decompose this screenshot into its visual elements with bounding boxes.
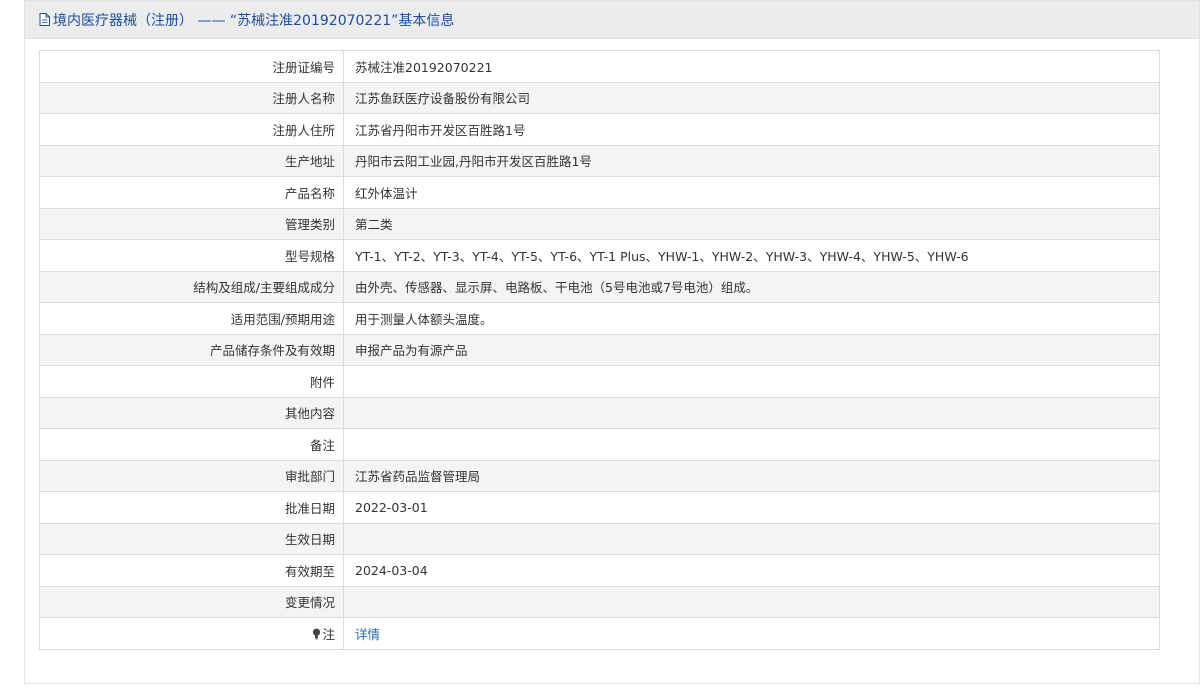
row-label: 产品名称 [39, 176, 344, 209]
page-title: 境内医疗器械（注册） —— “苏械注准20192070221”基本信息 [53, 12, 455, 29]
row-value: 申报产品为有源产品 [343, 333, 1160, 366]
row-label: 备注 [39, 428, 344, 461]
row-label: 管理类别 [39, 207, 344, 240]
row-value [343, 428, 1160, 461]
row-label: 注册人住所 [39, 113, 344, 146]
info-panel: 境内医疗器械（注册） —— “苏械注准20192070221”基本信息 注册证编… [24, 0, 1200, 684]
row-value: 2022-03-01 [343, 491, 1160, 524]
row-label: 附件 [39, 365, 344, 398]
row-value: 红外体温计 [343, 176, 1160, 209]
row-label: 生效日期 [39, 522, 344, 555]
table-row: 注册人名称 江苏鱼跃医疗设备股份有限公司 [39, 81, 1160, 114]
bulb-icon [312, 628, 321, 640]
note-label: 注 [322, 626, 335, 642]
note-label-cell: 注 [39, 617, 344, 650]
note-value-cell: 详情 [343, 617, 1160, 650]
row-value: 由外壳、传感器、显示屏、电路板、干电池（5号电池或7号电池）组成。 [343, 270, 1160, 303]
row-label: 生产地址 [39, 144, 344, 177]
row-label: 审批部门 [39, 459, 344, 492]
table-row: 结构及组成/主要组成成分 由外壳、传感器、显示屏、电路板、干电池（5号电池或7号电… [39, 270, 1160, 303]
row-label: 产品储存条件及有效期 [39, 333, 344, 366]
table-row: 批准日期 2022-03-01 [39, 491, 1160, 524]
row-label: 有效期至 [39, 554, 344, 587]
table-row: 生产地址 丹阳市云阳工业园,丹阳市开发区百胜路1号 [39, 144, 1160, 177]
table-row: 型号规格 YT-1、YT-2、YT-3、YT-4、YT-5、YT-6、YT-1 P… [39, 239, 1160, 272]
row-label: 型号规格 [39, 239, 344, 272]
panel-header: 境内医疗器械（注册） —— “苏械注准20192070221”基本信息 [25, 1, 1199, 39]
table-row: 有效期至 2024-03-04 [39, 554, 1160, 587]
row-value: 苏械注准20192070221 [343, 50, 1160, 83]
table-row: 产品储存条件及有效期 申报产品为有源产品 [39, 333, 1160, 366]
row-value: YT-1、YT-2、YT-3、YT-4、YT-5、YT-6、YT-1 Plus、… [343, 239, 1160, 272]
info-table: 注册证编号 苏械注准20192070221 注册人名称 江苏鱼跃医疗设备股份有限公司… [39, 50, 1160, 650]
row-value: 丹阳市云阳工业园,丹阳市开发区百胜路1号 [343, 144, 1160, 177]
table-row: 其他内容 [39, 396, 1160, 429]
table-row: 管理类别 第二类 [39, 207, 1160, 240]
table-row: 产品名称 红外体温计 [39, 176, 1160, 209]
row-label: 结构及组成/主要组成成分 [39, 270, 344, 303]
document-icon [39, 13, 50, 26]
note-row: 注 详情 [39, 617, 1160, 650]
row-value [343, 365, 1160, 398]
table-row: 注册人住所 江苏省丹阳市开发区百胜路1号 [39, 113, 1160, 146]
details-link[interactable]: 详情 [355, 627, 380, 642]
info-table-wrapper: 注册证编号 苏械注准20192070221 注册人名称 江苏鱼跃医疗设备股份有限公司… [39, 50, 1160, 650]
row-label: 其他内容 [39, 396, 344, 429]
table-row: 变更情况 [39, 585, 1160, 618]
row-value: 江苏鱼跃医疗设备股份有限公司 [343, 81, 1160, 114]
table-row: 适用范围/预期用途 用于测量人体额头温度。 [39, 302, 1160, 335]
row-label: 注册人名称 [39, 81, 344, 114]
table-row: 备注 [39, 428, 1160, 461]
row-label: 变更情况 [39, 585, 344, 618]
row-value [343, 522, 1160, 555]
row-value: 第二类 [343, 207, 1160, 240]
row-value [343, 396, 1160, 429]
row-value: 用于测量人体额头温度。 [343, 302, 1160, 335]
row-value: 江苏省药品监督管理局 [343, 459, 1160, 492]
row-label: 批准日期 [39, 491, 344, 524]
row-value: 2024-03-04 [343, 554, 1160, 587]
table-row: 生效日期 [39, 522, 1160, 555]
row-value: 江苏省丹阳市开发区百胜路1号 [343, 113, 1160, 146]
table-row: 注册证编号 苏械注准20192070221 [39, 50, 1160, 83]
table-row: 审批部门 江苏省药品监督管理局 [39, 459, 1160, 492]
table-row: 附件 [39, 365, 1160, 398]
row-label: 注册证编号 [39, 50, 344, 83]
row-label: 适用范围/预期用途 [39, 302, 344, 335]
row-value [343, 585, 1160, 618]
